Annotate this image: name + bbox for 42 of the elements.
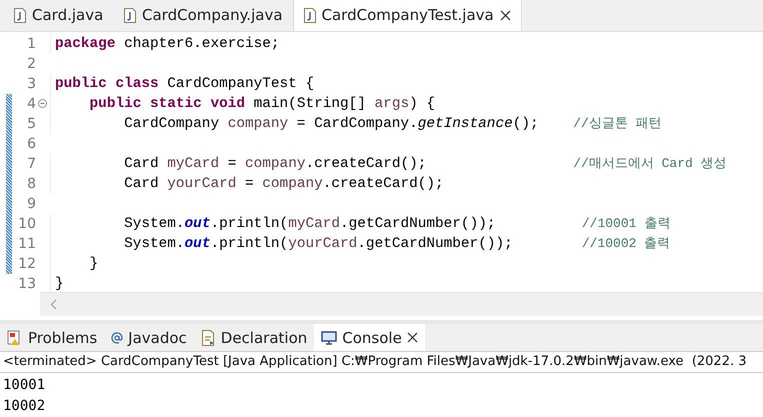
monitor-icon [321,330,338,344]
line-number: 9 [26,196,36,212]
at-sign-icon [111,332,124,344]
panel-tab[interactable]: Problems [0,324,104,351]
code-line: package chapter6.exercise; [50,34,280,54]
line-number: 8 [26,176,36,192]
line-number: 13 [17,276,36,292]
console-output: 10002 [3,397,46,416]
code-line: Card myCard = company.createCard(); //매서드에서 Card 생성 [50,154,727,174]
console-header: <terminated> CardCompanyTest [Java Application] C:₩Program Files₩Java₩jdk-17.0.2₩bin₩javaw.exe (2022. 3 [0,351,763,373]
panel-tab[interactable]: Declaration [194,324,314,351]
panel-tab[interactable]: Console [314,324,425,351]
java-file-icon [304,8,316,23]
line-number: 4 [26,96,36,112]
line-number: 2 [26,56,36,72]
close-icon[interactable] [406,332,418,343]
code-line: System.out.println(yourCard.getCardNumber()); //10002 출력 [50,234,670,254]
code-line: public static void main(String[] args) { [50,94,436,114]
console-output: 10001 [3,376,46,395]
line-number: 7 [26,156,36,172]
code-line: } [50,254,98,274]
line-number: 12 [17,256,36,272]
code-line: System.out.println(myCard.getCardNumber()); //10001 출력 [50,214,670,234]
line-number: 3 [26,76,36,92]
code-line: Card yourCard = company.createCard(); [50,174,444,194]
collapse-icon[interactable] [38,99,46,108]
code-line: public class CardCompanyTest { [50,74,314,94]
panel-tab[interactable]: Javadoc [104,324,194,351]
java-file-icon [124,8,136,23]
line-number: 5 [26,116,36,132]
document-icon [200,330,216,346]
code-line: CardCompany company = CardCompany.getInstance(); //싱글톤 패턴 [50,114,662,134]
close-icon[interactable] [500,10,511,21]
horizontal-scrollbar[interactable] [40,292,763,316]
editor-tab[interactable]: CardCompanyTest.java [292,0,522,31]
line-number: 10 [17,216,36,232]
editor-tab[interactable]: CardCompany.java [114,0,293,31]
editor-tab[interactable]: Card.java [4,0,114,31]
line-number: 1 [26,36,36,52]
line-number: 6 [26,136,36,152]
line-number: 11 [17,236,36,252]
java-file-icon [14,8,26,23]
